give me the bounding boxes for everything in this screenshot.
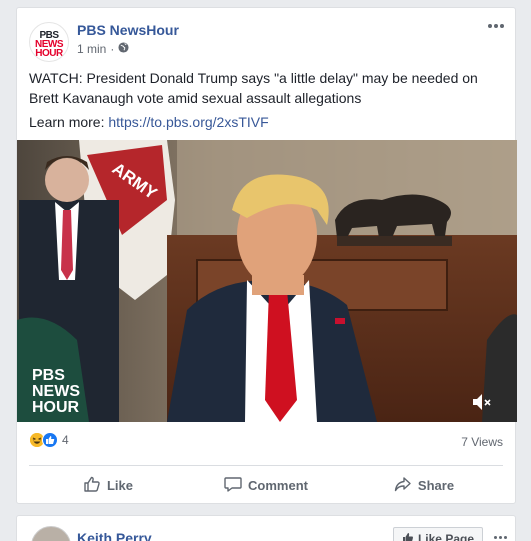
comment-label: Comment <box>248 477 308 493</box>
post-author[interactable]: PBS NewsHour <box>77 22 179 38</box>
dot-icon <box>498 535 502 539</box>
dot-icon <box>494 24 498 28</box>
comment-icon <box>224 475 242 496</box>
like-button[interactable]: Like <box>29 470 187 500</box>
learn-more-label: Learn more: <box>29 114 105 130</box>
share-button[interactable]: Share <box>345 470 503 500</box>
view-count[interactable]: 7 Views <box>461 435 503 449</box>
learn-more-link[interactable]: https://to.pbs.org/2xsTIVF <box>108 114 268 130</box>
share-icon <box>394 475 412 496</box>
thumbs-up-icon <box>402 532 414 541</box>
action-bar: Like Comment Share <box>29 470 503 500</box>
watermark-line-3: HOUR <box>32 399 80 416</box>
next-post-author[interactable]: Keith Perry <box>77 530 152 541</box>
dot-icon <box>500 24 504 28</box>
post-options-button[interactable] <box>485 18 507 34</box>
watermark-line-1: PBS <box>32 367 65 384</box>
logo-line-3: HOUR <box>35 48 63 59</box>
watermark-line-2: NEWS <box>32 383 80 400</box>
comment-button[interactable]: Comment <box>187 470 345 500</box>
like-reaction-icon <box>42 432 58 448</box>
meta-separator: · <box>110 42 115 56</box>
reaction-count: 4 <box>62 433 69 447</box>
like-page-label: Like Page <box>417 532 474 541</box>
globe-icon[interactable] <box>118 42 129 56</box>
dot-icon <box>493 535 497 539</box>
keith-perry-avatar[interactable] <box>31 526 71 541</box>
video-frame: ARMY PBS NEWS HOUR <box>17 140 517 422</box>
action-divider <box>29 465 503 466</box>
thumbs-up-icon <box>83 475 101 496</box>
dot-icon <box>488 24 492 28</box>
next-post-options-button[interactable] <box>491 530 509 541</box>
video-player[interactable]: ARMY PBS NEWS HOUR <box>17 140 517 422</box>
dot-icon <box>503 535 507 539</box>
mute-icon[interactable] <box>471 392 493 412</box>
post-card: PBS NEWS HOUR PBS NewsHour 1 min · WATCH… <box>16 7 517 504</box>
like-label: Like <box>106 477 133 493</box>
like-page-button[interactable]: Like Page <box>392 527 483 541</box>
share-label: Share <box>417 477 455 493</box>
next-post-card: Keith Perry Like Page <box>16 515 516 541</box>
post-text: WATCH: President Donald Trump says "a li… <box>29 70 478 106</box>
pbs-newshour-avatar[interactable]: PBS NEWS HOUR <box>29 22 69 62</box>
post-time[interactable]: 1 min <box>77 42 106 56</box>
post-meta: 1 min · <box>77 42 129 56</box>
learn-more: Learn more: https://to.pbs.org/2xsTIVF <box>29 112 269 132</box>
reactions-summary[interactable]: 4 <box>29 432 69 448</box>
